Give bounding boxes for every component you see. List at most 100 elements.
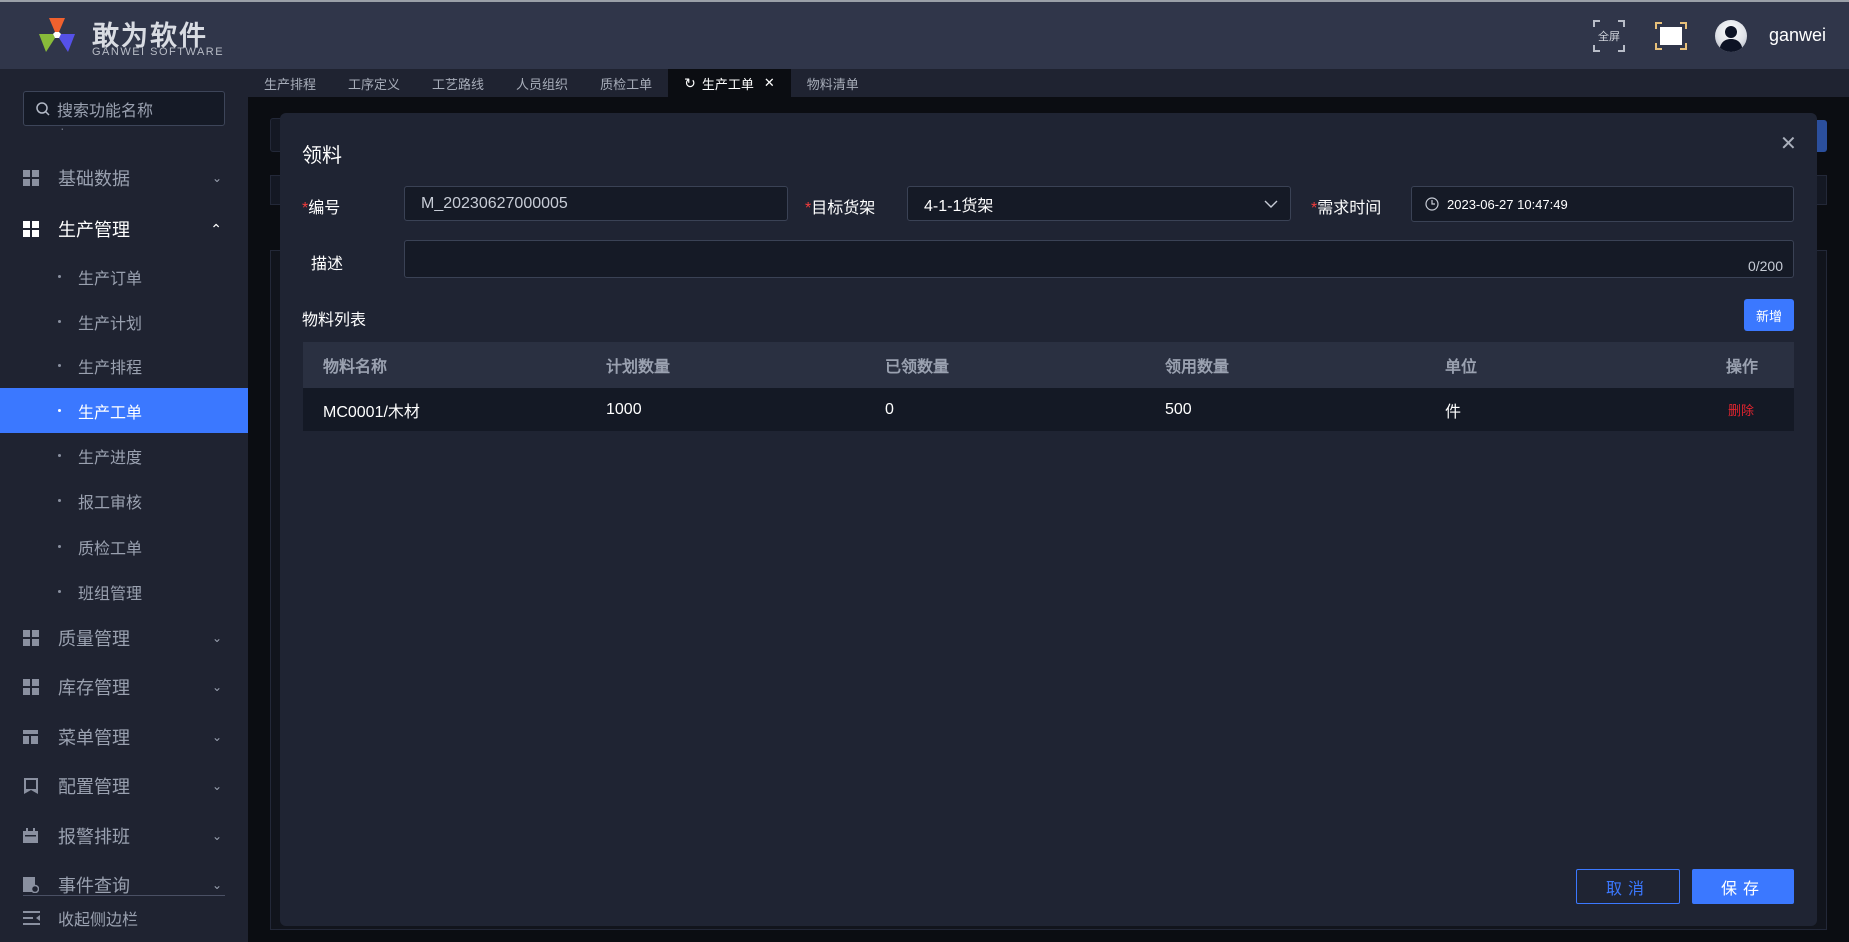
desc-label: 描述 (311, 256, 344, 273)
avatar[interactable] (1715, 20, 1747, 52)
collapse-sidebar-button[interactable]: 收起侧边栏 (0, 896, 248, 940)
column-header: 已领数量 (885, 359, 950, 376)
group-label: 生产管理 (58, 220, 130, 240)
cell-name: MC0001/木材 (323, 403, 420, 421)
group-label: 菜单管理 (58, 728, 130, 748)
sidebar-item-qc-order[interactable]: 质检工单 (0, 524, 248, 569)
sidebar-group-basic-data[interactable]: 基础数据 ⌄ (0, 155, 248, 201)
grid-icon (23, 221, 39, 237)
close-icon[interactable]: ✕ (1780, 131, 1797, 156)
chevron-up-icon: ⌃ (210, 220, 222, 237)
label-text: 需求时间 (1317, 200, 1382, 217)
tab-bom[interactable]: 物料清单 (791, 69, 875, 97)
chevron-down-icon: ⌄ (211, 680, 222, 694)
sidebar-group-menu[interactable]: 菜单管理 ⌄ (0, 714, 248, 760)
tab-label: 生产排程 (264, 76, 317, 92)
tab-label: 质检工单 (600, 76, 653, 92)
bullet-icon (58, 320, 61, 323)
shelf-label: *目标货架 (805, 194, 875, 218)
cell-requested[interactable]: 500 (1165, 401, 1192, 419)
item-label: 生产进度 (78, 449, 143, 467)
column-header: 操作 (1726, 359, 1759, 376)
cancel-button[interactable]: 取消 (1576, 869, 1680, 904)
code-input[interactable]: M_20230627000005 (404, 186, 788, 221)
sidebar-item-production-plan[interactable]: 生产计划 (0, 299, 248, 344)
fullscreen-text-button[interactable]: 全屏 (1592, 18, 1626, 54)
table-header: 物料名称 计划数量 已领数量 领用数量 单位 操作 (303, 342, 1794, 388)
time-picker[interactable]: 2023-06-27 10:47:49 (1411, 186, 1794, 222)
sidebar-group-production[interactable]: 生产管理 ⌃ (0, 206, 248, 252)
sidebar-item-production-schedule[interactable]: 生产排程 (0, 343, 248, 388)
char-counter: 0/200 (1747, 258, 1783, 274)
calendar-icon (23, 828, 39, 844)
item-label: 质检工单 (78, 540, 143, 558)
sidebar-item-production-order[interactable]: 生产订单 (0, 254, 248, 299)
tab-label: 生产工单 (701, 76, 754, 92)
logo-subtitle: GANWEI SOFTWARE (92, 46, 225, 58)
logo-icon (39, 18, 75, 52)
sidebar-item-team-management[interactable]: 班组管理 (0, 569, 248, 614)
bullet-icon (58, 409, 61, 412)
sidebar-group-alarm-shift[interactable]: 报警排班 ⌄ (0, 813, 248, 859)
item-label: 生产排程 (78, 359, 143, 377)
add-material-button[interactable]: 新增 (1744, 299, 1794, 331)
menu-search-input[interactable]: 搜索功能名称 (23, 91, 225, 126)
sidebar-group-config[interactable]: 配置管理 ⌄ (0, 763, 248, 809)
clipped-menu-item: · (60, 128, 65, 136)
item-label: 生产计划 (78, 315, 143, 333)
save-button[interactable]: 保存 (1692, 869, 1794, 904)
shelf-select[interactable]: 4-1-1货架 (907, 186, 1291, 221)
tab-process-definition[interactable]: 工序定义 (332, 69, 416, 97)
refresh-icon[interactable]: ↻ (684, 75, 696, 92)
grid-icon (23, 630, 39, 646)
sidebar-item-production-progress[interactable]: 生产进度 (0, 433, 248, 478)
grid-icon (23, 170, 39, 186)
bullet-icon (58, 275, 61, 278)
search-doc-icon (23, 877, 40, 894)
tab-production-schedule[interactable]: 生产排程 (248, 69, 332, 97)
cell-received: 0 (885, 400, 894, 418)
chevron-down-icon: ⌄ (211, 730, 222, 744)
group-label: 事件查询 (58, 876, 130, 896)
tab-personnel[interactable]: 人员组织 (500, 69, 584, 97)
material-table: 物料名称 计划数量 已领数量 领用数量 单位 操作 MC0001/木材 1000… (303, 342, 1794, 431)
time-value: 2023-06-27 10:47:49 (1447, 196, 1568, 212)
chevron-down-icon: ⌄ (211, 878, 222, 892)
sidebar-item-work-order[interactable]: 生产工单 (0, 388, 248, 433)
bullet-icon (58, 454, 61, 457)
sidebar-group-quality[interactable]: 质量管理 ⌄ (0, 615, 248, 661)
search-icon (36, 101, 50, 116)
label-text: 编号 (308, 200, 341, 217)
chevron-down-icon: ⌄ (211, 829, 222, 843)
bullet-icon (58, 545, 61, 548)
code-label: *编号 (302, 194, 340, 218)
group-label: 库存管理 (58, 678, 130, 698)
group-label: 配置管理 (58, 777, 130, 797)
time-label: *需求时间 (1311, 194, 1381, 218)
chevron-down-icon (1264, 200, 1278, 208)
username[interactable]: ganwei (1769, 25, 1826, 46)
label-text: 目标货架 (811, 200, 876, 217)
tab-qc-order[interactable]: 质检工单 (584, 69, 668, 97)
fullscreen-button[interactable] (1655, 18, 1687, 54)
chevron-down-icon: ⌄ (211, 631, 222, 645)
desc-textarea[interactable]: 0/200 (404, 240, 1794, 278)
tab-work-order[interactable]: ↻ 生产工单 ✕ (668, 69, 791, 97)
tab-process-route[interactable]: 工艺路线 (416, 69, 500, 97)
dialog-title: 领料 (302, 145, 342, 167)
code-value: M_20230627000005 (421, 194, 568, 212)
material-request-dialog: 领料 ✕ *编号 M_20230627000005 *目标货架 4-1-1货架 … (280, 113, 1817, 926)
tab-label: 工序定义 (348, 76, 401, 92)
sidebar-group-event-wrap: 事件查询 ⌄ (0, 862, 248, 896)
close-tab-icon[interactable]: ✕ (764, 75, 775, 91)
sidebar-group-event-query[interactable]: 事件查询 ⌄ (0, 862, 248, 896)
sidebar-item-report-review[interactable]: 报工审核 (0, 478, 248, 523)
bullet-icon (58, 499, 61, 502)
shelf-value: 4-1-1货架 (924, 197, 994, 215)
sidebar-group-inventory[interactable]: 库存管理 ⌄ (0, 664, 248, 710)
chevron-down-icon: ⌄ (211, 779, 222, 793)
column-header: 领用数量 (1165, 359, 1230, 376)
group-label: 质量管理 (58, 629, 130, 649)
bookmark-icon (23, 778, 39, 794)
delete-button[interactable]: 删除 (1728, 400, 1754, 419)
